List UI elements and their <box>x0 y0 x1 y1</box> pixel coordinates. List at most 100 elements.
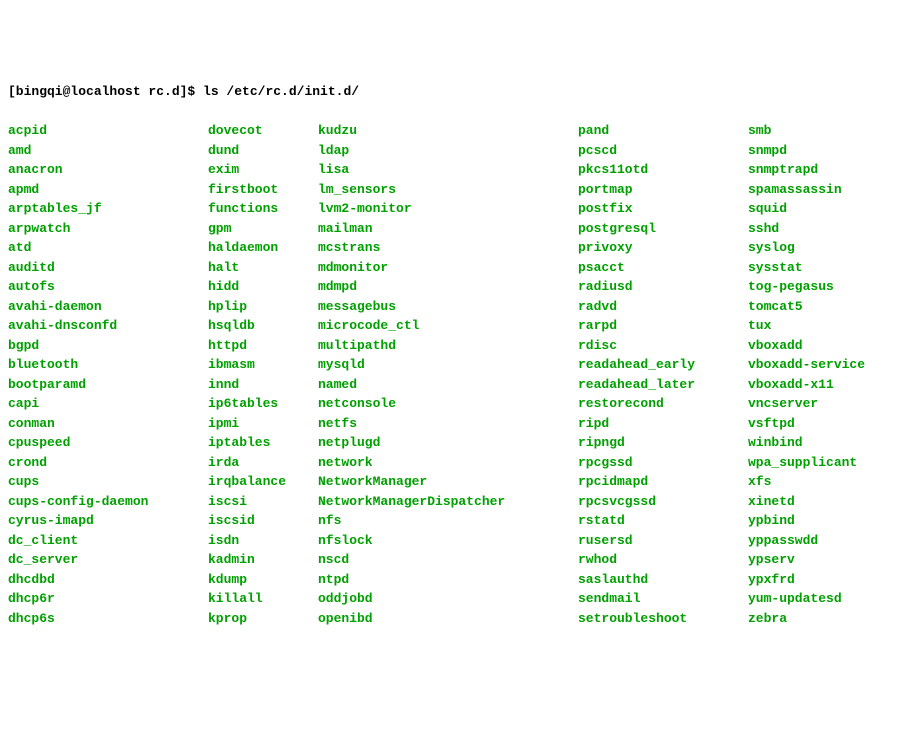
file-entry: dc_server <box>8 550 208 570</box>
file-entry: radvd <box>578 297 748 317</box>
file-entry: postgresql <box>578 219 748 239</box>
file-entry: bootparamd <box>8 375 208 395</box>
file-entry: haldaemon <box>208 238 318 258</box>
file-entry: network <box>318 453 578 473</box>
column-5: smbsnmpdsnmptrapdspamassassinsquidsshdsy… <box>748 121 865 628</box>
file-entry: portmap <box>578 180 748 200</box>
file-entry: pkcs11otd <box>578 160 748 180</box>
file-entry: rdisc <box>578 336 748 356</box>
file-entry: avahi-daemon <box>8 297 208 317</box>
file-entry: cups <box>8 472 208 492</box>
file-entry: arpwatch <box>8 219 208 239</box>
file-entry: ypxfrd <box>748 570 865 590</box>
file-entry: dhcdbd <box>8 570 208 590</box>
file-entry: iptables <box>208 433 318 453</box>
file-entry: mailman <box>318 219 578 239</box>
ls-output: acpidamdanacronapmdarptables_jfarpwatcha… <box>8 121 906 628</box>
file-entry: bgpd <box>8 336 208 356</box>
file-entry: kdump <box>208 570 318 590</box>
file-entry: kprop <box>208 609 318 629</box>
file-entry: oddjobd <box>318 589 578 609</box>
file-entry: kadmin <box>208 550 318 570</box>
shell-prompt: [bingqi@localhost rc.d]$ ls /etc/rc.d/in… <box>8 82 906 102</box>
file-entry: cpuspeed <box>8 433 208 453</box>
file-entry: killall <box>208 589 318 609</box>
file-entry: tux <box>748 316 865 336</box>
file-entry: NetworkManager <box>318 472 578 492</box>
column-2: dovecotdundeximfirstbootfunctionsgpmhald… <box>208 121 318 628</box>
file-entry: ip6tables <box>208 394 318 414</box>
file-entry: netplugd <box>318 433 578 453</box>
file-entry: lvm2-monitor <box>318 199 578 219</box>
file-entry: ripngd <box>578 433 748 453</box>
file-entry: vboxadd-service <box>748 355 865 375</box>
file-entry: tomcat5 <box>748 297 865 317</box>
file-entry: ldap <box>318 141 578 161</box>
file-entry: ibmasm <box>208 355 318 375</box>
file-entry: saslauthd <box>578 570 748 590</box>
file-entry: vboxadd <box>748 336 865 356</box>
file-entry: vncserver <box>748 394 865 414</box>
file-entry: rpcidmapd <box>578 472 748 492</box>
file-entry: multipathd <box>318 336 578 356</box>
file-entry: firstboot <box>208 180 318 200</box>
file-entry: ypserv <box>748 550 865 570</box>
file-entry: rarpd <box>578 316 748 336</box>
file-entry: NetworkManagerDispatcher <box>318 492 578 512</box>
file-entry: sysstat <box>748 258 865 278</box>
file-entry: rwhod <box>578 550 748 570</box>
file-entry: cyrus-imapd <box>8 511 208 531</box>
file-entry: iscsi <box>208 492 318 512</box>
file-entry: syslog <box>748 238 865 258</box>
file-entry: ripd <box>578 414 748 434</box>
file-entry: xinetd <box>748 492 865 512</box>
file-entry: spamassassin <box>748 180 865 200</box>
file-entry: mdmonitor <box>318 258 578 278</box>
file-entry: isdn <box>208 531 318 551</box>
file-entry: anacron <box>8 160 208 180</box>
file-entry: nfslock <box>318 531 578 551</box>
file-entry: tog-pegasus <box>748 277 865 297</box>
file-entry: rusersd <box>578 531 748 551</box>
file-entry: dovecot <box>208 121 318 141</box>
file-entry: winbind <box>748 433 865 453</box>
file-entry: atd <box>8 238 208 258</box>
file-entry: dhcp6r <box>8 589 208 609</box>
file-entry: privoxy <box>578 238 748 258</box>
file-entry: crond <box>8 453 208 473</box>
file-entry: dc_client <box>8 531 208 551</box>
file-entry: ntpd <box>318 570 578 590</box>
file-entry: ypbind <box>748 511 865 531</box>
file-entry: zebra <box>748 609 865 629</box>
file-entry: acpid <box>8 121 208 141</box>
file-entry: mdmpd <box>318 277 578 297</box>
file-entry: mysqld <box>318 355 578 375</box>
file-entry: dhcp6s <box>8 609 208 629</box>
file-entry: wpa_supplicant <box>748 453 865 473</box>
file-entry: cups-config-daemon <box>8 492 208 512</box>
column-1: acpidamdanacronapmdarptables_jfarpwatcha… <box>8 121 208 628</box>
file-entry: nscd <box>318 550 578 570</box>
file-entry: vsftpd <box>748 414 865 434</box>
file-entry: functions <box>208 199 318 219</box>
file-entry: pand <box>578 121 748 141</box>
file-entry: rpcgssd <box>578 453 748 473</box>
file-entry: vboxadd-x11 <box>748 375 865 395</box>
file-entry: arptables_jf <box>8 199 208 219</box>
file-entry: autofs <box>8 277 208 297</box>
file-entry: restorecond <box>578 394 748 414</box>
file-entry: messagebus <box>318 297 578 317</box>
file-entry: microcode_ctl <box>318 316 578 336</box>
file-entry: apmd <box>8 180 208 200</box>
file-entry: irqbalance <box>208 472 318 492</box>
file-entry: lm_sensors <box>318 180 578 200</box>
file-entry: psacct <box>578 258 748 278</box>
file-entry: lisa <box>318 160 578 180</box>
file-entry: exim <box>208 160 318 180</box>
file-entry: amd <box>8 141 208 161</box>
file-entry: setroubleshoot <box>578 609 748 629</box>
file-entry: hidd <box>208 277 318 297</box>
file-entry: hsqldb <box>208 316 318 336</box>
file-entry: sshd <box>748 219 865 239</box>
file-entry: avahi-dnsconfd <box>8 316 208 336</box>
